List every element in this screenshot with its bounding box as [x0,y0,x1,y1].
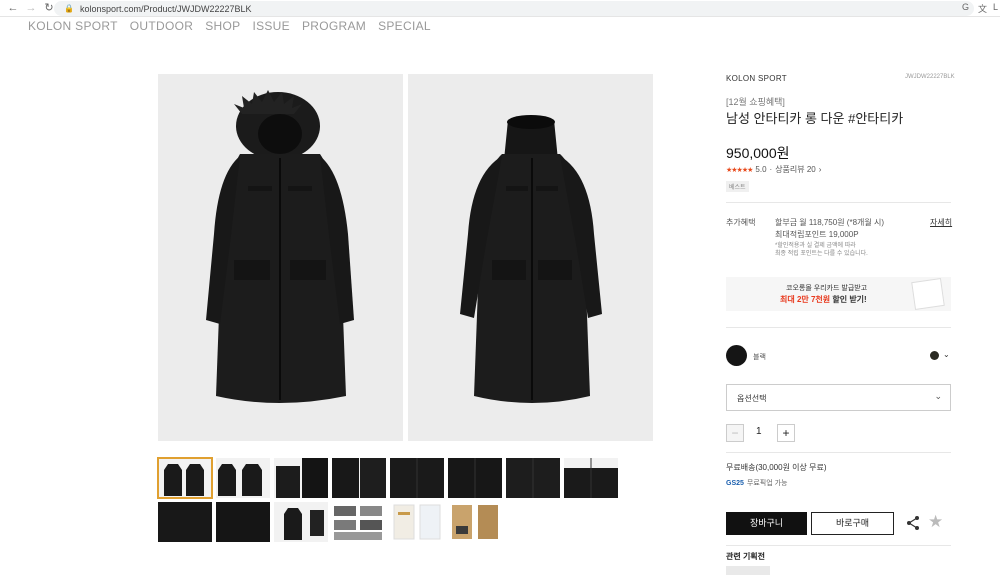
chevron-down-icon: ⌄ [934,391,942,401]
points-text: 최대적립포인트 19,000P [775,230,859,239]
coupon-rest: 할인 받기! [830,295,867,304]
related-promotion-thumbnail[interactable] [726,566,770,575]
rating-row: ★★★★★ 5.0 · 상품리뷰 20 › [726,164,821,175]
product-price: 950,000원 [726,145,790,161]
thumbnail-11[interactable] [274,502,328,542]
thumbnail-6[interactable] [448,458,502,498]
option-select[interactable]: 옵션선택 ⌄ [726,384,951,411]
product-code: JWJDW22227BLK [905,74,955,80]
thumbnail-13[interactable] [390,502,444,542]
option-select-label: 옵션선택 [737,394,767,403]
nav-item-program[interactable]: PROGRAM [302,19,366,33]
benefit-detail-link[interactable]: 자세히 [930,217,952,228]
thumbnail-gallery [157,457,628,542]
thumbnail-5[interactable] [390,458,444,498]
brand-name[interactable]: KOLON SPORT [726,74,787,83]
divider [726,452,951,453]
quantity-decrease-button[interactable]: − [726,424,744,442]
product-image-front-hood[interactable] [158,74,403,441]
thumbnail-2[interactable] [216,458,270,498]
wishlist-star-icon[interactable]: ★ [928,512,943,532]
credit-card-icon [911,278,945,310]
chevron-down-icon[interactable]: ⌄ [943,350,950,359]
benefit-label: 추가혜택 [726,218,756,227]
installment-text: 할부금 월 118,750원 (*8개월 시) [775,218,884,227]
site-navigation: KOLON SPORT OUTDOOR SHOP ISSUE PROGRAM S… [28,19,431,33]
url-text: kolonsport.com/Product/JWJDW22227BLK [79,3,252,14]
nav-item-special[interactable]: SPECIAL [378,19,431,33]
shipping-info: 무료배송(30,000원 이상 무료) [726,463,827,472]
address-bar[interactable]: 🔒 kolonsport.com/Product/JWJDW22227BLK [54,1,974,16]
forward-icon[interactable]: → [24,1,38,15]
quantity-increase-button[interactable]: + [777,424,795,442]
profile-icon[interactable]: L [993,2,998,12]
add-to-cart-button[interactable]: 장바구니 [726,512,807,535]
benefit-note-2: 최종 적립 포인트는 다를 수 있습니다. [775,251,868,257]
browser-toolbar: ← → ↻ 🔒 kolonsport.com/Product/JWJDW2222… [0,0,1000,17]
best-badge: 베스트 [726,181,749,192]
rating-stars-icon: ★★★★★ [726,166,753,174]
thumbnail-12[interactable] [332,502,386,542]
divider [726,327,951,328]
chevron-right-icon[interactable]: › [819,165,822,174]
divider [726,202,951,203]
thumbnail-4[interactable] [332,458,386,498]
divider [726,545,951,546]
color-indicator-dot[interactable] [930,351,939,360]
coupon-line-1: 코오롱몰 우리카드 발급받고 [786,285,868,292]
back-icon[interactable]: ← [6,1,20,15]
gs25-logo-icon: GS25 [726,479,744,487]
buy-now-button[interactable]: 바로구매 [811,512,894,535]
thumbnail-14[interactable] [448,502,502,542]
product-image-front-collar[interactable] [408,74,653,441]
coupon-highlight: 최대 2만 7천원 [780,295,831,304]
lock-icon: 🔒 [64,4,74,13]
related-promotions-title: 관련 기획전 [726,552,766,561]
color-name: 블랙 [753,354,766,361]
quantity-value: 1 [756,426,762,437]
nav-item-outdoor[interactable]: OUTDOOR [130,19,193,33]
translate-icon[interactable]: 文 [978,2,987,15]
thumbnail-8[interactable] [564,458,618,498]
share-icon[interactable] [906,515,920,531]
gs25-pickup-text: 무료픽업 가능 [746,480,788,487]
gs25-pickup-row: GS25 무료픽업 가능 [726,478,788,488]
review-link[interactable]: 상품리뷰 20 [775,164,816,175]
thumbnail-7[interactable] [506,458,560,498]
color-swatch[interactable] [726,345,747,366]
coupon-line-2: 최대 2만 7천원 할인 받기! [780,294,867,305]
rating-score: 5.0 [755,165,767,174]
thumbnail-9[interactable] [158,502,212,542]
card-coupon-banner[interactable]: 코오롱몰 우리카드 발급받고 최대 2만 7천원 할인 받기! [726,277,951,311]
rating-separator: · [769,165,773,174]
benefit-note-1: *할인적용과 실 결제 금액에 따라 [775,243,856,249]
nav-item-shop[interactable]: SHOP [205,19,240,33]
thumbnail-10[interactable] [216,502,270,542]
thumbnail-1[interactable] [157,457,213,499]
thumbnail-3[interactable] [274,458,328,498]
nav-item-issue[interactable]: ISSUE [252,19,290,33]
product-title: 남성 안타티카 롱 다운 #안타티카 [726,111,904,126]
google-icon[interactable]: G [962,2,969,12]
nav-item-kolon-sport[interactable]: KOLON SPORT [28,19,118,33]
promo-label: [12월 쇼핑혜택] [726,97,785,107]
